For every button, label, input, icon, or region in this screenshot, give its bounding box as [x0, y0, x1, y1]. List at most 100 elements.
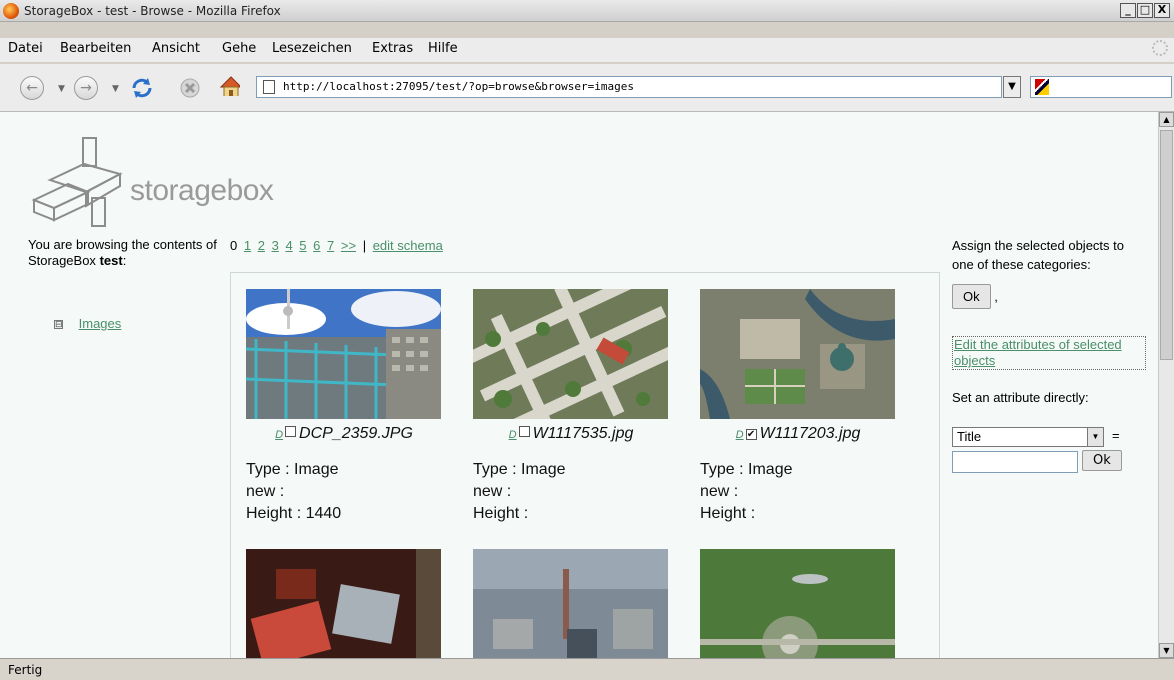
item-checkbox-checked[interactable]: ✔	[745, 429, 757, 440]
back-arrow-icon[interactable]: ←	[20, 76, 44, 100]
item-filename: W1117203.jpg	[759, 425, 861, 442]
menu-gehe[interactable]: Gehe	[222, 41, 256, 56]
item-metadata: Type : Image new : Height :	[473, 459, 669, 525]
item-new: new :	[246, 483, 285, 500]
forward-dropdown-icon[interactable]: ▼	[112, 84, 119, 94]
pager-page-7[interactable]: 7	[327, 238, 334, 253]
item-type: Type : Image	[246, 461, 339, 478]
menu-bar: Datei Bearbeiten Ansicht Gehe Lesezeiche…	[0, 38, 1174, 62]
attribute-value-input[interactable]	[952, 451, 1078, 473]
pager-page-3[interactable]: 3	[272, 238, 279, 253]
item-new: new :	[473, 483, 512, 500]
edit-attributes-link[interactable]: Edit the attributes of selected objects	[952, 336, 1146, 370]
pager-page-1[interactable]: 1	[244, 238, 251, 253]
minimize-button[interactable]: _	[1120, 3, 1136, 18]
gallery-item: D W1117535.jpg Type : Image new : Height …	[463, 269, 684, 525]
back-dropdown-icon[interactable]: ▼	[58, 84, 65, 94]
pager-page-4[interactable]: 4	[285, 238, 292, 253]
assign-comma: ,	[994, 289, 998, 304]
storagebox-logo-icon	[31, 137, 123, 227]
menu-extras[interactable]: Extras	[372, 41, 413, 56]
collapse-icon[interactable]: ⊟	[54, 320, 63, 330]
item-type: Type : Image	[700, 461, 793, 478]
item-checkbox[interactable]	[285, 426, 297, 437]
image-gallery: D DCP_2359.JPG Type : Image new : Height …	[230, 269, 940, 658]
item-detail-link[interactable]: D	[275, 429, 283, 441]
pager-page-2[interactable]: 2	[258, 238, 265, 253]
pager-page-6[interactable]: 6	[313, 238, 320, 253]
scroll-up-icon[interactable]: ▲	[1159, 112, 1174, 127]
home-icon[interactable]	[218, 74, 240, 96]
item-type: Type : Image	[473, 461, 566, 478]
edit-schema-link[interactable]: edit schema	[373, 238, 443, 253]
maximize-button[interactable]: □	[1137, 3, 1153, 18]
item-caption: D DCP_2359.JPG	[246, 425, 442, 443]
set-attribute-ok-button[interactable]: Ok	[1082, 450, 1122, 471]
stop-icon[interactable]	[178, 76, 200, 98]
assign-ok-button[interactable]: Ok	[952, 284, 991, 309]
item-height: Height :	[473, 505, 529, 522]
pager: 0 1 2 3 4 5 6 7 >> | edit schema	[230, 238, 446, 253]
status-text: Fertig	[8, 663, 43, 677]
gallery-item: D DCP_2359.JPG Type : Image new : Height …	[245, 289, 442, 525]
menu-lesezeichen[interactable]: Lesezeichen	[272, 41, 352, 56]
page-icon	[263, 80, 275, 94]
menu-hilfe[interactable]: Hilfe	[428, 41, 458, 56]
gallery-item: D ✔ W1117203.jpg Type : Image new : Height…	[700, 289, 896, 525]
firefox-logo-icon	[3, 3, 19, 19]
throbber-icon	[1152, 40, 1168, 56]
url-text: http://localhost:27095/test/?op=browse&b…	[283, 80, 634, 93]
scroll-thumb[interactable]	[1160, 130, 1173, 360]
scroll-down-icon[interactable]: ▼	[1159, 643, 1174, 658]
item-caption: D ✔ W1117203.jpg	[700, 425, 896, 443]
thumbnail-image[interactable]	[463, 269, 684, 447]
item-metadata: Type : Image new : Height :	[700, 459, 896, 525]
category-tree: ⊟ Images	[54, 316, 121, 331]
pager-current: 0	[230, 238, 238, 253]
pager-separator: |	[362, 238, 367, 253]
menu-ansicht[interactable]: Ansicht	[152, 41, 200, 56]
item-detail-link[interactable]: D	[509, 429, 517, 441]
reload-icon[interactable]	[130, 76, 152, 98]
item-checkbox[interactable]	[518, 426, 530, 437]
equals-sign: =	[1112, 428, 1120, 443]
browse-intro-text: You are browsing the contents of Storage…	[28, 237, 217, 268]
item-height: Height :	[700, 505, 756, 522]
thumbnail-image[interactable]	[245, 289, 441, 419]
browse-intro: You are browsing the contents of Storage…	[28, 237, 217, 268]
search-engine-flag-icon[interactable]	[1035, 79, 1049, 95]
logo-text: storagebox	[130, 174, 274, 207]
navigation-toolbar: ← ▼ → ▼ http://localhost:27095/test/?op=…	[0, 64, 1174, 112]
assign-text: Assign the selected objects to one of th…	[952, 238, 1124, 272]
item-filename: DCP_2359.JPG	[299, 425, 413, 442]
pager-next[interactable]: >>	[341, 238, 356, 253]
forward-arrow-icon[interactable]: →	[74, 76, 98, 100]
attribute-select-value: Title	[957, 429, 982, 444]
chevron-down-icon[interactable]: ▼	[1087, 428, 1103, 446]
attribute-select[interactable]: Title ▼	[952, 427, 1104, 447]
item-filename: W1117535.jpg	[532, 425, 634, 442]
item-height: Height : 1440	[246, 505, 342, 522]
item-new: new :	[700, 483, 739, 500]
url-dropdown-icon[interactable]: ▼	[1003, 76, 1021, 98]
vertical-scrollbar[interactable]: ▲ ▼	[1158, 112, 1174, 658]
window-titlebar: StorageBox - test - Browse - Mozilla Fir…	[0, 0, 1174, 22]
storagebox-name: test	[99, 253, 123, 268]
menu-bearbeiten[interactable]: Bearbeiten	[60, 41, 131, 56]
thumbnail-image[interactable]	[246, 549, 441, 658]
item-detail-link[interactable]: D	[736, 429, 744, 441]
thumbnail-image[interactable]	[700, 289, 895, 419]
tree-item-images[interactable]: Images	[79, 316, 122, 331]
close-button[interactable]: X	[1154, 3, 1170, 18]
status-bar: Fertig	[0, 658, 1174, 680]
thumbnail-image[interactable]	[473, 549, 668, 658]
set-attribute-label: Set an attribute directly:	[952, 390, 1089, 405]
window-title: StorageBox - test - Browse - Mozilla Fir…	[24, 4, 281, 18]
page-content: storagebox You are browsing the contents…	[0, 112, 1158, 658]
url-bar[interactable]: http://localhost:27095/test/?op=browse&b…	[256, 76, 1002, 98]
search-field[interactable]	[1030, 76, 1172, 98]
thumbnail-image[interactable]	[700, 549, 895, 658]
item-metadata: Type : Image new : Height : 1440	[246, 459, 442, 525]
pager-page-5[interactable]: 5	[299, 238, 306, 253]
menu-datei[interactable]: Datei	[8, 41, 43, 56]
